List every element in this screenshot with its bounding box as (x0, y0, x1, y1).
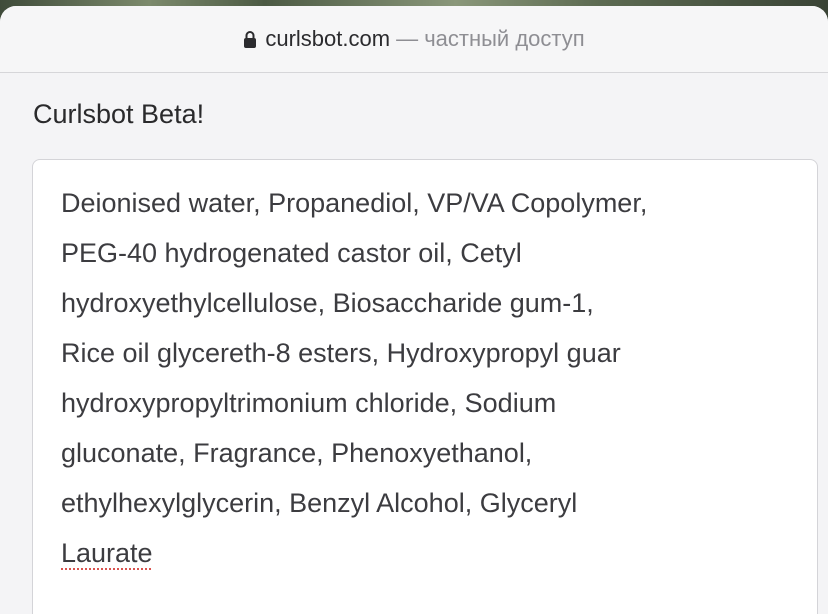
browser-sheet: curlsbot.com — частный доступ Curlsbot B… (0, 6, 828, 614)
ingredients-textarea[interactable]: Deionised water, Propanediol, VP/VA Copo… (32, 159, 818, 614)
page-title: Curlsbot Beta! (33, 99, 205, 129)
lock-icon (243, 30, 257, 50)
private-access-note: — частный доступ (396, 26, 585, 51)
address-bar[interactable]: curlsbot.com — частный доступ (0, 6, 828, 73)
misspelled-word: Laurate (61, 538, 153, 568)
page-content: Curlsbot Beta! Deionised water, Propaned… (0, 73, 828, 614)
url-domain: curlsbot.com (265, 26, 391, 51)
ingredients-text: Deionised water, Propanediol, VP/VA Copo… (61, 188, 648, 518)
